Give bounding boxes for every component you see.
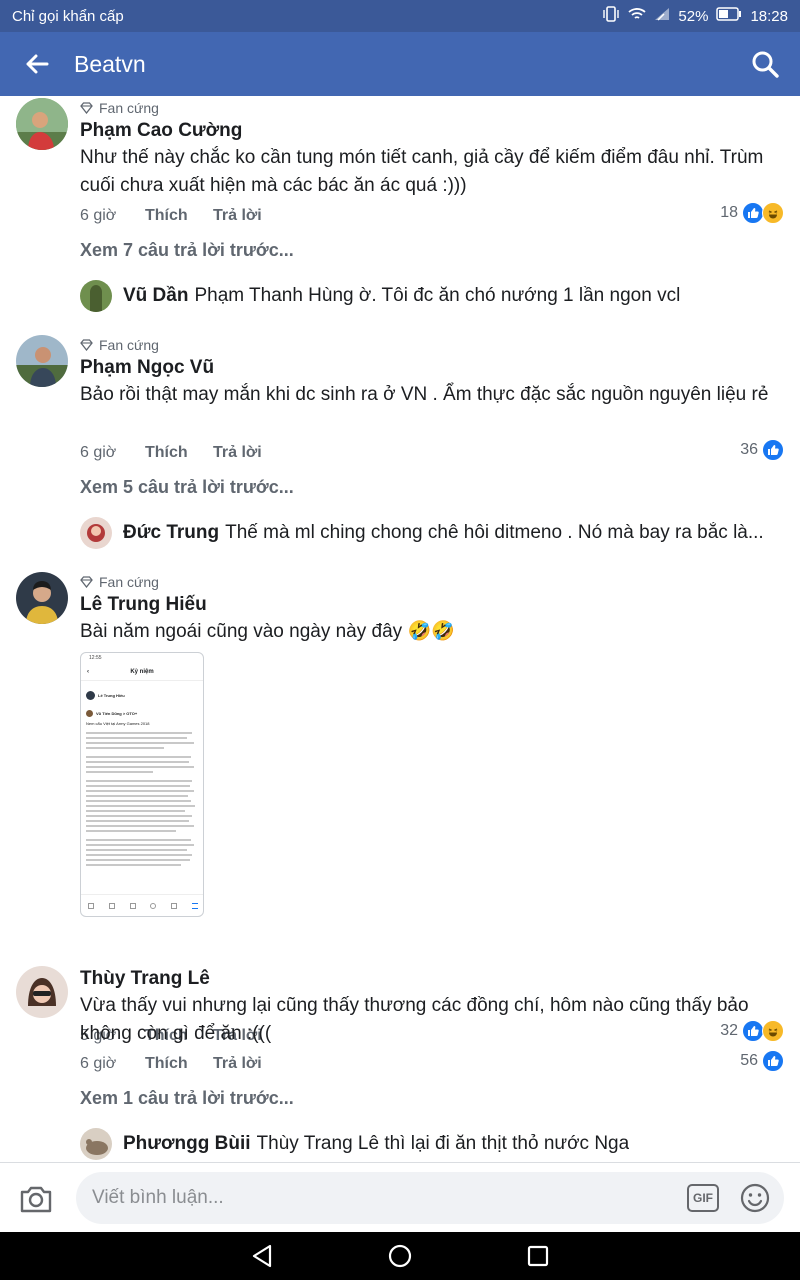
system-nav-bar xyxy=(0,1232,800,1280)
shot-shared-avatar xyxy=(86,710,93,717)
search-icon xyxy=(752,51,779,78)
avatar[interactable] xyxy=(16,572,68,624)
diamond-icon xyxy=(80,102,93,114)
reaction-summary[interactable]: 18 xyxy=(720,202,784,224)
comment-feed[interactable]: Fan cứng Phạm Cao Cường Như thế này chắc… xyxy=(0,96,800,1162)
avatar[interactable] xyxy=(16,335,68,387)
like-button[interactable]: Thích xyxy=(145,1055,213,1073)
fan-badge: Fan cứng xyxy=(80,574,159,590)
gif-button[interactable]: GIF xyxy=(687,1184,719,1212)
comment-text: Vừa thấy vui nhưng lại cũng thấy thương … xyxy=(80,995,749,1044)
triangle-back-icon xyxy=(252,1244,272,1268)
reply-text: Thế mà ml ching chong chê hôi ditmeno . … xyxy=(225,522,764,543)
avatar[interactable] xyxy=(16,98,68,150)
commenter-name[interactable]: Phạm Ngọc Vũ xyxy=(80,357,214,379)
fan-badge: Fan cứng xyxy=(80,337,159,353)
commenter-name[interactable]: Lê Trung Hiếu xyxy=(80,594,207,616)
shot-tabbar xyxy=(81,894,203,916)
shot-author: Lê Trung Hiếu xyxy=(98,693,125,698)
comment-actions: 6 giờ Thích Trả lời xyxy=(80,444,262,462)
arrow-left-icon xyxy=(26,54,49,74)
status-bar: Chỉ gọi khẩn cấp 52% 18:28 xyxy=(0,0,800,32)
camera-icon xyxy=(20,1186,52,1213)
reply-button[interactable]: Trả lời xyxy=(213,207,262,225)
battery-icon xyxy=(716,7,742,25)
reply-button[interactable]: Trả lời xyxy=(213,1055,262,1073)
commenter-name[interactable]: Phạm Cao Cường xyxy=(80,120,242,142)
diamond-icon xyxy=(80,339,93,351)
square-recents-icon xyxy=(527,1245,549,1267)
comment-time: 6 giờ xyxy=(80,207,117,224)
like-reaction-icon xyxy=(762,439,784,461)
emoji-button[interactable] xyxy=(740,1183,770,1213)
page-title: Beatvn xyxy=(74,50,146,77)
reaction-count: 18 xyxy=(720,204,738,221)
reply-text: Phạm Thanh Hùng ờ. Tôi đc ăn chó nướng 1… xyxy=(194,285,681,306)
shot-heading: Nem cẩu Việt tại Army Games 2018 xyxy=(86,721,150,726)
reaction-summary[interactable]: 56 xyxy=(740,1050,784,1072)
battery-percent: 52% xyxy=(678,7,709,25)
view-previous-replies[interactable]: Xem 5 câu trả lời trước... xyxy=(80,477,294,498)
like-reaction-icon xyxy=(742,202,764,224)
comment-input[interactable]: Viết bình luận... GIF xyxy=(76,1172,784,1224)
comment-time: 6 giờ xyxy=(80,1055,117,1072)
reaction-summary[interactable]: 36 xyxy=(740,439,784,461)
camera-button[interactable] xyxy=(18,1181,54,1217)
carrier-text: Chỉ gọi khẩn cấp xyxy=(12,7,124,25)
reaction-count: 56 xyxy=(740,1052,758,1069)
reply-avatar xyxy=(80,517,112,549)
reply-author: Phươngg Bùii xyxy=(123,1133,251,1154)
comment-time: 6 giờ xyxy=(80,444,117,461)
comment-composer: Viết bình luận... GIF xyxy=(0,1162,800,1232)
view-previous-replies[interactable]: Xem 1 câu trả lời trước... xyxy=(80,1088,294,1109)
nav-back-button[interactable] xyxy=(252,1244,272,1268)
like-reaction-icon xyxy=(762,1050,784,1072)
haha-reaction-icon xyxy=(762,202,784,224)
comment-actions: 6 giờ Thích Trả lời xyxy=(80,207,262,225)
reply-preview[interactable]: Đức Trung Thế mà ml ching chong chê hôi … xyxy=(80,517,785,549)
back-button[interactable] xyxy=(0,32,74,96)
nav-home-button[interactable] xyxy=(388,1244,412,1268)
view-previous-replies[interactable]: Xem 7 câu trả lời trước... xyxy=(80,240,294,261)
shot-text-lines xyxy=(86,732,198,866)
avatar[interactable] xyxy=(16,966,68,1018)
shot-body: Lê Trung Hiếu Vũ Tiến Dũng > OTO+ Nem cẩ… xyxy=(81,681,203,873)
reply-button[interactable]: Trả lời xyxy=(213,444,262,462)
vibrate-icon xyxy=(602,6,620,26)
smiley-icon xyxy=(740,1183,770,1213)
reply-preview[interactable]: Vũ Dần Phạm Thanh Hùng ờ. Tôi đc ăn chó … xyxy=(80,280,785,312)
fan-badge: Fan cứng xyxy=(80,100,159,116)
shot-avatar xyxy=(86,691,95,700)
shot-shared-author: Vũ Tiến Dũng > OTO+ xyxy=(96,711,138,716)
reply-avatar xyxy=(80,280,112,312)
like-button[interactable]: Thích xyxy=(145,207,213,225)
reply-author: Đức Trung xyxy=(123,522,220,543)
comment-text: Như thế này chắc ko cần tung món tiết ca… xyxy=(80,147,764,196)
comment-text: Bảo rồi thật may mắn khi dc sinh ra ở VN… xyxy=(80,384,769,405)
search-button[interactable] xyxy=(730,32,800,96)
shot-header: ‹ Kỷ niệm xyxy=(81,663,203,681)
reply-author: Vũ Dần xyxy=(123,285,189,306)
comment-text: Bài năm ngoái cũng vào ngày này đây 🤣🤣 xyxy=(80,621,455,642)
reaction-count: 36 xyxy=(740,441,758,458)
like-button[interactable]: Thích xyxy=(145,444,213,462)
nav-recents-button[interactable] xyxy=(527,1245,549,1267)
attached-screenshot[interactable]: 12:55 ‹ Kỷ niệm Lê Trung Hiếu Vũ Tiến Dũ… xyxy=(80,652,204,917)
circle-home-icon xyxy=(388,1244,412,1268)
shot-back-icon: ‹ xyxy=(87,669,89,675)
diamond-icon xyxy=(80,576,93,588)
reply-preview[interactable]: Phươngg Bùii Thùy Trang Lê thì lại đi ăn… xyxy=(80,1128,785,1160)
signal-icon xyxy=(654,7,670,25)
shot-status-time: 12:55 xyxy=(89,655,102,661)
comment-placeholder: Viết bình luận... xyxy=(92,1187,224,1208)
app-header: Beatvn xyxy=(0,32,800,96)
clock-text: 18:28 xyxy=(750,7,788,25)
commenter-name[interactable]: Thùy Trang Lê xyxy=(80,968,210,990)
reply-avatar xyxy=(80,1128,112,1160)
comment-actions: 6 giờ Thích Trả lời xyxy=(80,1055,262,1073)
wifi-icon xyxy=(628,7,647,25)
reply-text: Thùy Trang Lê thì lại đi ăn thịt thỏ nướ… xyxy=(256,1133,630,1154)
